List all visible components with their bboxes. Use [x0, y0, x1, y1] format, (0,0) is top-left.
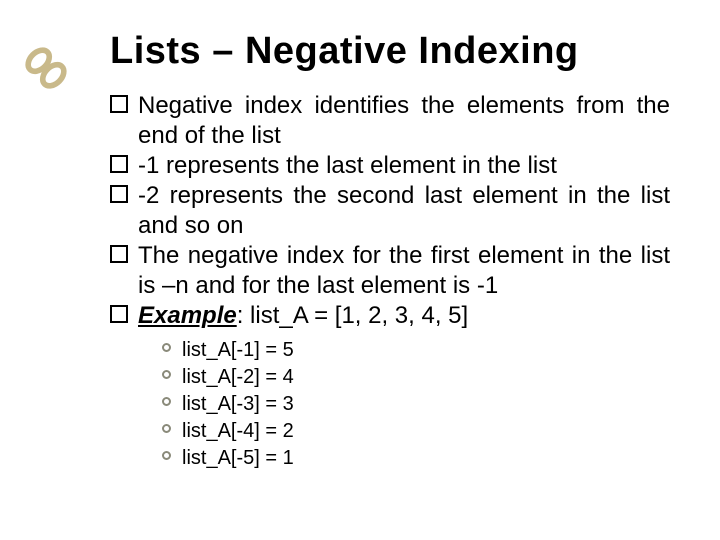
slide-body: Negative index identifies the elements f…	[110, 91, 670, 472]
example-label: Example	[138, 302, 237, 329]
circle-bullet-icon	[162, 397, 171, 406]
sub-item: list_A[-2] = 4	[162, 364, 670, 391]
sub-item-text: list_A[-4] = 2	[182, 420, 294, 442]
sub-item: list_A[-4] = 2	[162, 418, 670, 445]
square-bullet-icon	[110, 185, 128, 203]
slide: Lists – Negative Indexing Negative index…	[0, 0, 720, 540]
example-text: : list_A = [1, 2, 3, 4, 5]	[237, 302, 468, 329]
chainlink-icon	[18, 40, 74, 101]
sub-item-text: list_A[-1] = 5	[182, 339, 294, 361]
bullet-text: -2 represents the second last element in…	[138, 182, 670, 239]
bullet-text: -1 represents the last element in the li…	[138, 152, 557, 179]
sub-item: list_A[-3] = 3	[162, 391, 670, 418]
square-bullet-icon	[110, 95, 128, 113]
square-bullet-icon	[110, 155, 128, 173]
sub-list: list_A[-1] = 5 list_A[-2] = 4 list_A[-3]…	[110, 337, 670, 472]
circle-bullet-icon	[162, 370, 171, 379]
sub-item-text: list_A[-5] = 1	[182, 447, 294, 469]
bullet-item: The negative index for the first element…	[110, 241, 670, 301]
bullet-text: Negative index identifies the elements f…	[138, 92, 670, 149]
circle-bullet-icon	[162, 424, 171, 433]
sub-item-text: list_A[-2] = 4	[182, 366, 294, 388]
bullet-item: Negative index identifies the elements f…	[110, 91, 670, 151]
sub-item-text: list_A[-3] = 3	[182, 393, 294, 415]
circle-bullet-icon	[162, 343, 171, 352]
slide-title: Lists – Negative Indexing	[110, 30, 670, 73]
bullet-item: -2 represents the second last element in…	[110, 181, 670, 241]
bullet-item: -1 represents the last element in the li…	[110, 151, 670, 181]
sub-item: list_A[-1] = 5	[162, 337, 670, 364]
bullet-example: Example: list_A = [1, 2, 3, 4, 5]	[110, 301, 670, 331]
circle-bullet-icon	[162, 451, 171, 460]
sub-item: list_A[-5] = 1	[162, 445, 670, 472]
bullet-text: The negative index for the first element…	[138, 242, 670, 299]
square-bullet-icon	[110, 245, 128, 263]
square-bullet-icon	[110, 305, 128, 323]
